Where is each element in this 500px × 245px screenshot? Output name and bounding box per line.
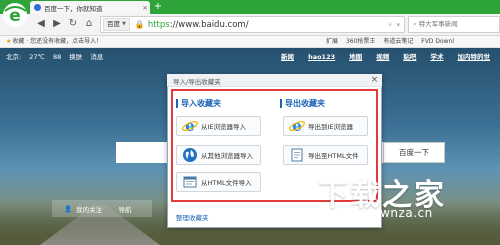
export-to-ie-button[interactable]: e 导出到IE浏览器 [283, 116, 368, 136]
nav-news[interactable]: 新闻 [281, 53, 294, 61]
url-text: https://www.baidu.com/ [148, 20, 249, 30]
bookmarks-right: 扩展 360抢票王 有道云笔记 FVD Downl [326, 36, 460, 48]
home-icon[interactable]: ⌂ [82, 17, 96, 31]
search-box[interactable]: ⌕ 特大军事新闻 [408, 16, 500, 33]
watermark-url: www.downza.cn [330, 206, 433, 220]
nav-academic[interactable]: 学术 [430, 53, 443, 61]
export-title-text: 导出收藏夹 [285, 99, 325, 108]
nav-hao123[interactable]: hao123 [308, 53, 335, 61]
baidu-search-button[interactable]: 百度一下 [383, 142, 445, 163]
back-icon[interactable]: ◀ [34, 17, 48, 31]
svg-text:e: e [9, 6, 21, 26]
section-bar [280, 99, 282, 108]
search-placeholder: 特大军事新闻 [418, 20, 458, 28]
temperature: 27℃ [29, 53, 45, 61]
option-label: 导出至HTML文件 [308, 152, 359, 160]
bookmark-360-tickets[interactable]: 360抢票王 [346, 38, 375, 45]
option-label: 导出到IE浏览器 [308, 123, 354, 131]
svg-text:e: e [185, 118, 195, 134]
search-engine-selector[interactable]: 百度 ▼ [103, 18, 130, 31]
bookmark-extensions[interactable]: 扩展 [326, 38, 338, 45]
city-label[interactable]: 北京: [6, 53, 21, 61]
ie-icon: e [289, 118, 305, 134]
import-from-html-button[interactable]: 从HTML文件导入 [176, 172, 261, 192]
lock-icon: 🔒 [134, 20, 145, 29]
close-icon[interactable]: × [368, 74, 381, 87]
html-file-icon [291, 148, 303, 162]
browser-logo-icon[interactable]: e [2, 2, 28, 28]
svg-text:e: e [292, 118, 302, 134]
chevron-down-icon[interactable]: ▾ [396, 21, 400, 29]
nav-tieba[interactable]: 贴吧 [403, 53, 416, 61]
globe-icon [183, 148, 197, 162]
lightning-icon[interactable]: ⚡ [388, 21, 393, 29]
weather-bar: 北京: 27℃ 88 换肤 消息 [6, 51, 109, 61]
section-bar [176, 99, 178, 108]
tab-close-icon[interactable]: × [140, 4, 150, 12]
nav-user[interactable]: 加内特的世 [458, 53, 491, 61]
import-title-text: 导入收藏夹 [181, 99, 221, 108]
dialog-title: 导入/导出收藏夹 [173, 78, 221, 86]
export-section-title: 导出收藏夹 [280, 98, 325, 109]
url-scheme: https [147, 19, 170, 30]
air-quality: 88 [52, 53, 62, 61]
baidu-nav: 新闻 hao123 地图 视频 贴吧 学术 加内特的世 [281, 51, 500, 61]
user-icon: 👤 [64, 204, 73, 213]
ie-icon: e [182, 118, 198, 134]
bookmarks-left[interactable]: ★收藏 · 您还没有收藏，点击导入！ [6, 36, 102, 48]
url-rest: ://www.baidu.com/ [169, 19, 249, 30]
import-section-title: 导入收藏夹 [176, 98, 221, 109]
nav-tab[interactable]: 导航 [100, 200, 150, 217]
forward-icon[interactable]: ▶ [50, 17, 64, 31]
import-from-other-browser-button[interactable]: 从其他浏览器导入 [176, 145, 261, 165]
html-file-icon [183, 176, 197, 188]
import-from-ie-button[interactable]: e 从IE浏览器导入 [176, 116, 261, 136]
export-to-html-button[interactable]: 导出至HTML文件 [283, 145, 368, 165]
browser-tab[interactable]: 百度一下，你就知道 × [30, 1, 150, 14]
bookmarks-hint: 收藏 · 您还没有收藏，点击导入！ [12, 38, 103, 45]
chevron-down-icon: ▼ [122, 21, 126, 27]
option-label: 从其他浏览器导入 [201, 152, 253, 160]
nav-map[interactable]: 地图 [349, 53, 362, 61]
option-label: 从IE浏览器导入 [201, 123, 247, 131]
organize-favorites-link[interactable]: 整理收藏夹 [176, 212, 209, 222]
search-icon: ⌕ [413, 20, 417, 28]
option-label: 从HTML文件导入 [201, 179, 252, 187]
my-follow-label: 我的关注 [76, 205, 103, 214]
refresh-icon[interactable]: ↻ [66, 17, 80, 31]
change-skin-link[interactable]: 换肤 [69, 53, 82, 61]
bookmark-fvd-downloader[interactable]: FVD Downl [421, 38, 454, 45]
address-actions: ⚡ ▾ [388, 21, 400, 29]
bookmark-youdao-notes[interactable]: 有道云笔记 [383, 38, 413, 45]
messages-link[interactable]: 消息 [90, 53, 103, 61]
nav-video[interactable]: 视频 [376, 53, 389, 61]
tab-title: 百度一下，你就知道 [44, 4, 103, 13]
baidu-favicon-icon [34, 4, 41, 11]
engine-label: 百度 [107, 20, 120, 28]
new-tab-button[interactable]: + [152, 1, 164, 13]
star-icon: ★ [6, 38, 12, 45]
address-bar[interactable]: 百度 ▼ 🔒 https://www.baidu.com/ ⚡ ▾ [100, 16, 405, 33]
